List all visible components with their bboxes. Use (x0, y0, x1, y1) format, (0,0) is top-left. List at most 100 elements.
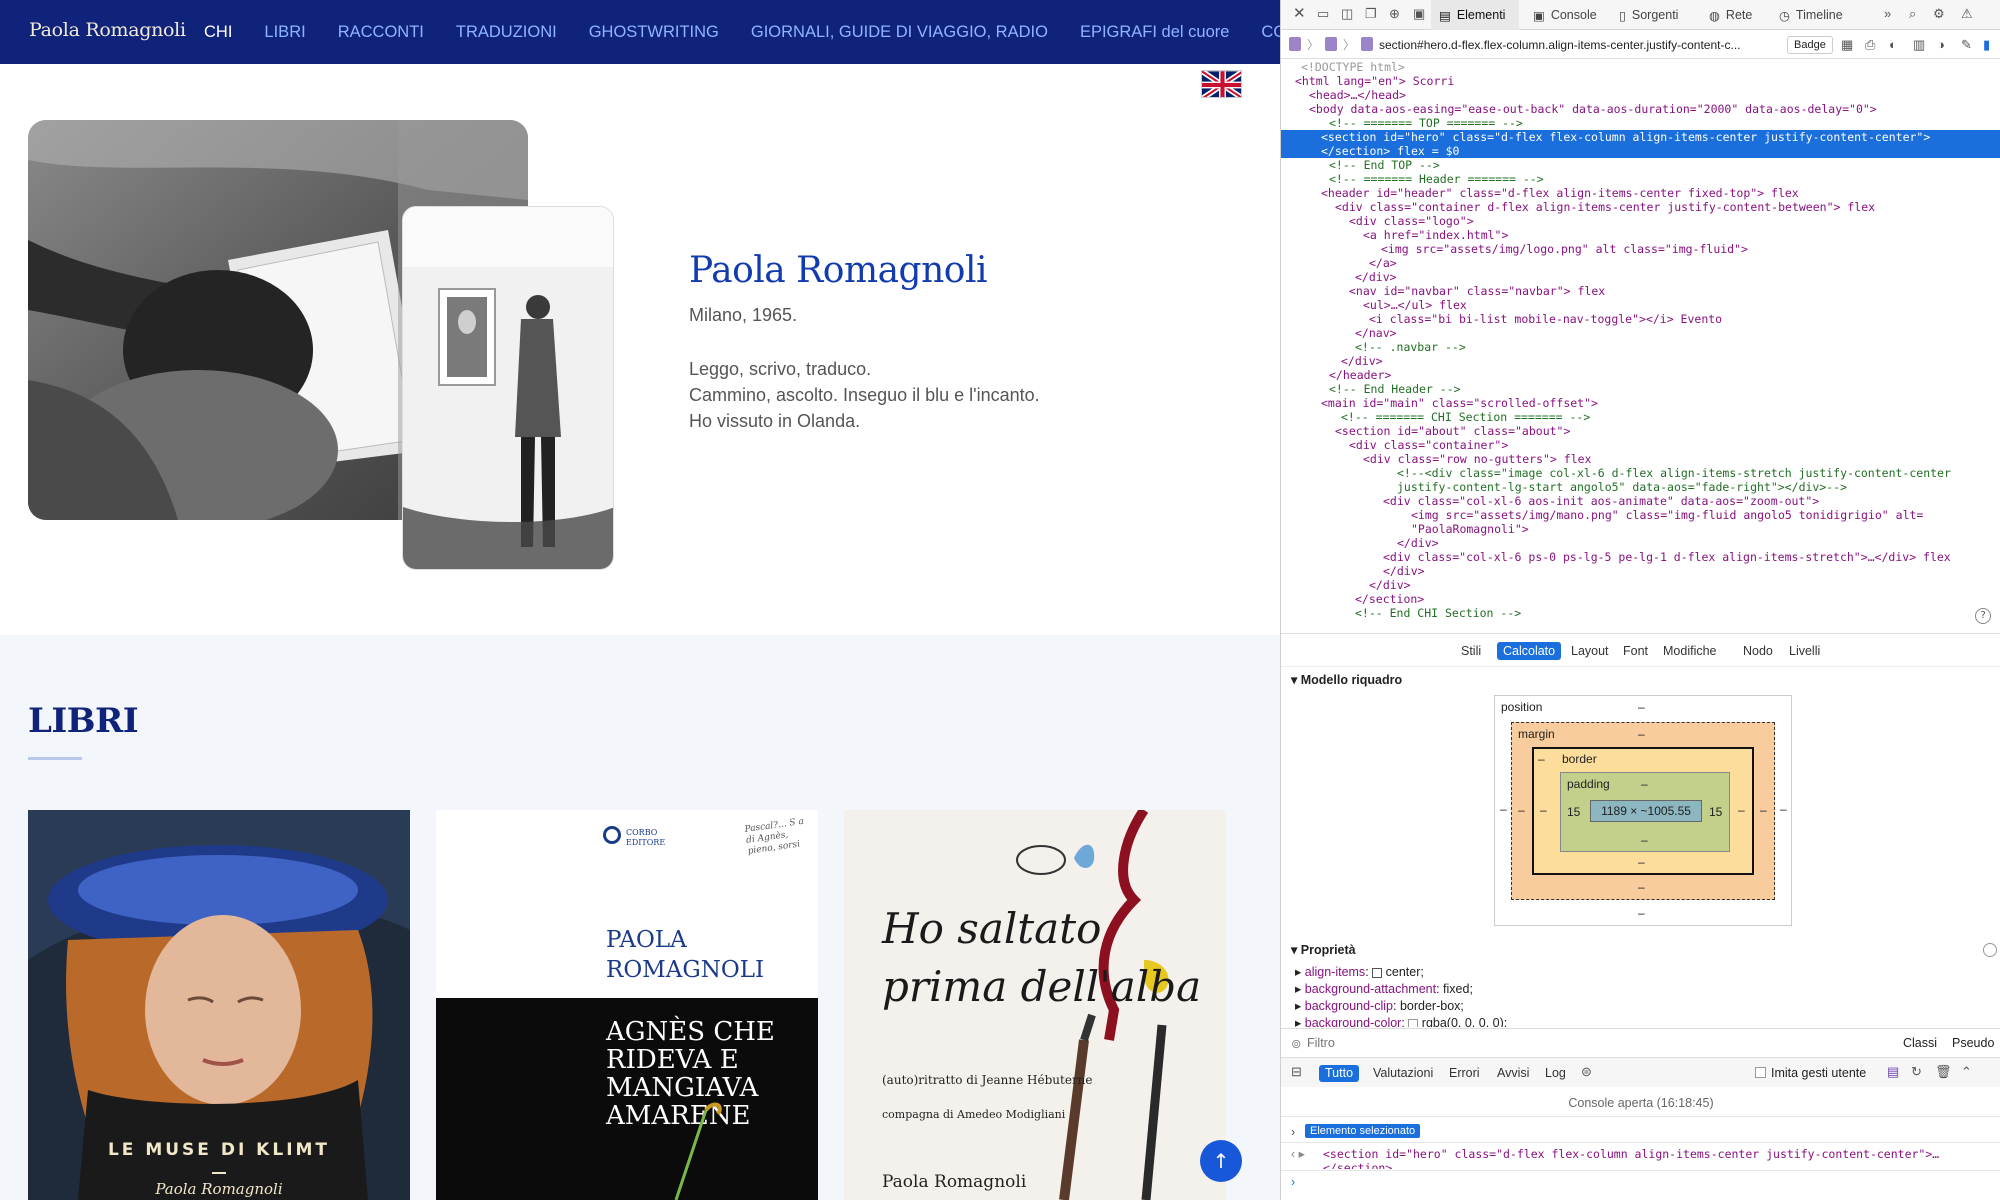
filter-input[interactable] (1307, 1034, 1727, 1052)
badge-button[interactable]: Badge (1787, 36, 1833, 54)
search-icon[interactable]: ⌕ (1909, 6, 1916, 22)
alert-icon[interactable]: ⚠ (1961, 6, 1973, 22)
nav-giornali[interactable]: GIORNALI, GUIDE DI VIAGGIO, RADIO (751, 23, 1048, 42)
dom-line[interactable]: <i class="bi bi-list mobile-nav-toggle">… (1281, 312, 2000, 326)
subtab-nodo[interactable]: Nodo (1737, 642, 1779, 660)
book-cover-klimt[interactable]: LE MUSE DI KLIMT Paola Romagnoli (28, 810, 410, 1200)
subtab-modifiche[interactable]: Modifiche (1657, 642, 1723, 660)
tab-elementi[interactable]: ▤ Elementi (1431, 0, 1519, 30)
console-result-end[interactable]: </section> (1323, 1161, 1993, 1169)
reload-icon[interactable]: ↻ (1911, 1064, 1922, 1080)
properties-title[interactable]: ▾ Proprietà (1291, 942, 1356, 957)
dom-line[interactable]: </section> (1281, 592, 2000, 606)
classi-button[interactable]: Classi (1903, 1036, 1937, 1050)
uk-flag-icon[interactable] (1201, 70, 1242, 98)
back-to-top-button[interactable]: ↑ (1200, 1140, 1242, 1182)
device-icon[interactable]: ▣ (1413, 6, 1425, 22)
filter-errori[interactable]: Errori (1443, 1065, 1486, 1082)
dom-line[interactable]: <!-- End Header --> (1281, 382, 2000, 396)
site-logo[interactable]: Paola Romagnoli (29, 19, 186, 41)
property-row[interactable]: ▸ background-attachment: fixed; (1295, 981, 1473, 996)
nav-libri[interactable]: LIBRI (264, 23, 305, 42)
dom-line[interactable]: <img src="assets/img/logo.png" alt class… (1281, 242, 2000, 256)
dom-line[interactable]: </header> (1281, 368, 2000, 382)
filter-avvisi[interactable]: Avvisi (1491, 1065, 1535, 1082)
dom-line[interactable]: <a href="index.html"> (1281, 228, 2000, 242)
nav-epigrafi[interactable]: EPIGRAFI del cuore (1080, 23, 1229, 42)
dom-line[interactable]: justify-content-lg-start angolo5" data-a… (1281, 480, 2000, 494)
dom-line[interactable]: <ul>…</ul> flex (1281, 298, 2000, 312)
subtab-calcolato[interactable]: Calcolato (1497, 642, 1562, 660)
dock-bottom-icon[interactable]: ▭ (1317, 6, 1329, 22)
dom-line[interactable]: <main id="main" class="scrolled-offset"> (1281, 396, 2000, 410)
dom-line[interactable]: <!DOCTYPE html> (1281, 60, 2000, 74)
contrast-icon[interactable]: ◐ (1889, 37, 1897, 52)
dom-line[interactable]: "PaolaRomagnoli"> (1281, 522, 2000, 536)
nav-back-icon[interactable] (1289, 37, 1301, 51)
target-icon[interactable]: ⊕ (1389, 6, 1400, 22)
dom-line[interactable]: </div> (1281, 354, 2000, 368)
dom-line[interactable]: <div class="col-xl-6 aos-init aos-animat… (1281, 494, 2000, 508)
breadcrumb-text[interactable]: section#hero.d-flex.flex-column.align-it… (1379, 38, 1779, 52)
dom-line[interactable]: <head>…</head> (1281, 88, 2000, 102)
close-icon[interactable]: ✕ (1293, 4, 1306, 22)
tab-console[interactable]: ▣ Console (1525, 0, 1603, 30)
nav-racconti[interactable]: RACCONTI (338, 23, 424, 42)
dom-line[interactable]: <!-- .navbar --> (1281, 340, 2000, 354)
dom-line[interactable]: <!-- End TOP --> (1281, 158, 2000, 172)
dom-line[interactable]: </a> (1281, 256, 2000, 270)
print-icon[interactable]: ⎙ (1865, 37, 1875, 53)
subtab-layout[interactable]: Layout (1565, 642, 1615, 660)
property-row[interactable]: ▸ align-items: center; (1295, 964, 1424, 979)
dock-side-icon[interactable]: ◫ (1341, 6, 1353, 22)
console-result[interactable]: <section id="hero" class="d-flex flex-co… (1323, 1147, 1993, 1161)
imitate-gestures-checkbox[interactable] (1755, 1067, 1766, 1078)
filter-options-icon[interactable]: ⊜ (1581, 1064, 1592, 1080)
dom-line[interactable]: <img src="assets/img/mano.png" class="im… (1281, 508, 2000, 522)
clear-console-icon[interactable]: ⊟ (1291, 1064, 1302, 1080)
dom-line[interactable]: </div> (1281, 536, 2000, 550)
help-icon[interactable]: ? (1975, 608, 1991, 624)
options-icon[interactable] (1983, 943, 1997, 957)
dom-line[interactable]: <!-- ======= Header ======= --> (1281, 172, 2000, 186)
detach-icon[interactable]: ❐ (1365, 6, 1377, 22)
settings-icon[interactable]: ⚙ (1933, 6, 1945, 22)
nav-chi[interactable]: CHI (204, 23, 232, 42)
filter-valutazioni[interactable]: Valutazioni (1367, 1065, 1439, 1082)
dom-line[interactable]: </div> (1281, 578, 2000, 592)
dark-mode-icon[interactable]: ◑ (1937, 37, 1945, 52)
grid-icon[interactable]: ▦ (1841, 37, 1853, 53)
dom-line[interactable]: <body data-aos-easing="ease-out-back" da… (1281, 102, 2000, 116)
dom-line[interactable]: </nav> (1281, 326, 2000, 340)
dom-line[interactable]: <section id="about" class="about"> (1281, 424, 2000, 438)
property-row[interactable]: ▸ background-clip: border-box; (1295, 998, 1464, 1013)
dom-line-selected[interactable]: <section id="hero" class="d-flex flex-co… (1281, 130, 2000, 144)
tab-sorgenti[interactable]: ▯ Sorgenti (1611, 0, 1695, 30)
dom-line[interactable]: <nav id="navbar" class="navbar"> flex (1281, 284, 2000, 298)
collapse-icon[interactable]: ⌃ (1961, 1064, 1972, 1080)
layout-icon[interactable]: ▥ (1913, 37, 1925, 53)
dom-line-selected[interactable]: </section> flex = $0 (1281, 144, 2000, 158)
subtab-font[interactable]: Font (1617, 642, 1654, 660)
nav-traduzioni[interactable]: TRADUZIONI (456, 23, 557, 42)
filter-log[interactable]: Log (1539, 1065, 1572, 1082)
dom-line[interactable]: <div class="container"> (1281, 438, 2000, 452)
subtab-livelli[interactable]: Livelli (1783, 642, 1826, 660)
dom-line[interactable]: <div class="row no-gutters"> flex (1281, 452, 2000, 466)
dom-line[interactable]: <!-- End CHI Section --> (1281, 606, 2000, 620)
trash-icon[interactable]: 🗑 (1935, 1064, 1952, 1080)
dom-line[interactable]: <html lang="en"> Scorri (1281, 74, 2000, 88)
book-cover-agnes[interactable]: CORBO EDITORE Pascal?... S a di Agnès, p… (436, 810, 818, 1200)
dom-line[interactable]: <header id="header" class="d-flex align-… (1281, 186, 2000, 200)
dom-line[interactable]: <!-- ======= CHI Section ======= --> (1281, 410, 2000, 424)
dom-line[interactable]: <div class="logo"> (1281, 214, 2000, 228)
dom-line[interactable]: <div class="container d-flex align-items… (1281, 200, 2000, 214)
box-model-title[interactable]: ▾ Modello riquadro (1291, 672, 1402, 687)
tab-rete[interactable]: ◍ Rete (1701, 0, 1765, 30)
dom-line[interactable]: <div class="col-xl-6 ps-0 ps-lg-5 pe-lg-… (1281, 550, 2000, 564)
pencil-icon[interactable]: ✎ (1961, 37, 1972, 53)
sidebar-icon[interactable]: ▮ (1983, 37, 1990, 53)
filter-tutto[interactable]: Tutto (1319, 1065, 1360, 1082)
subtab-stili[interactable]: Stili (1455, 642, 1487, 660)
pseudo-button[interactable]: Pseudo (1952, 1036, 1994, 1050)
